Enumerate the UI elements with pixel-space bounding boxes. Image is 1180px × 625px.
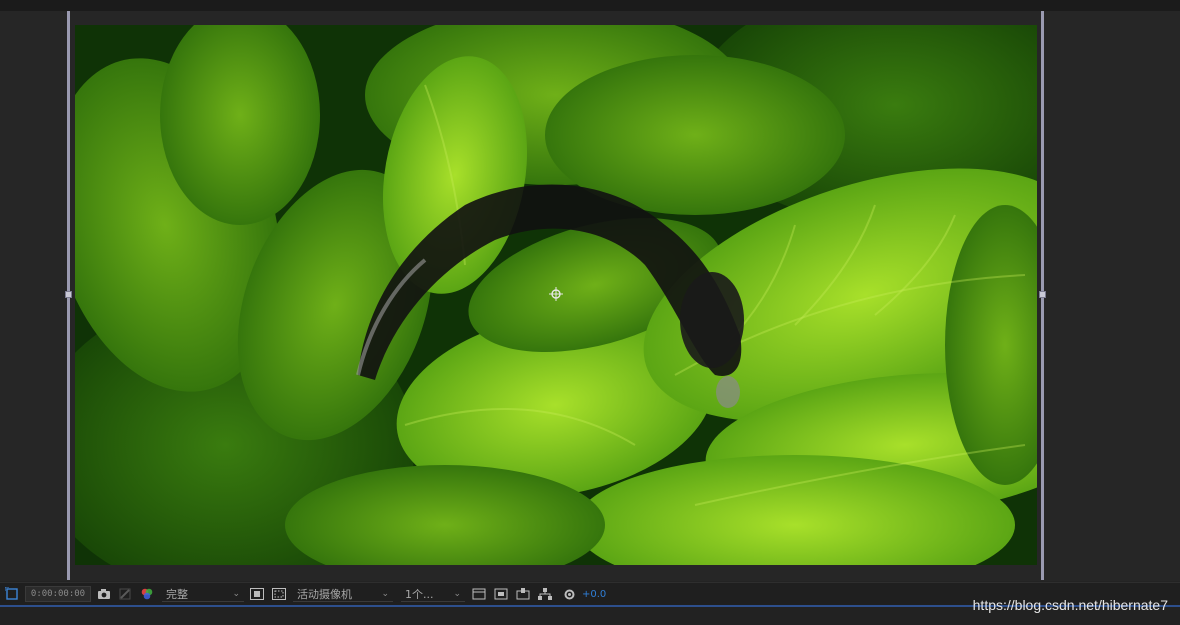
composition-frame[interactable] [75,25,1037,565]
watermark-text: https://blog.csdn.net/hibernate7 [972,597,1168,613]
camera-value: 活动摄像机 [297,587,352,601]
views-value: 1个... [405,587,434,601]
mask-toggle-icon[interactable] [270,586,288,602]
anchor-point-icon[interactable] [549,287,563,301]
chevron-down-icon: ⌄ [381,588,389,599]
right-guide-handle[interactable] [1039,291,1046,298]
transparency-grid-icon[interactable] [248,586,266,602]
flowchart-icon[interactable] [536,586,554,602]
panel-top-strip [0,0,1180,11]
views-dropdown[interactable]: 1个... ⌄ [401,586,465,602]
pixel-aspect-icon[interactable] [514,586,532,602]
camera-dropdown[interactable]: 活动摄像机 ⌄ [293,586,393,602]
chevron-down-icon: ⌄ [232,588,240,599]
show-snapshot-icon[interactable] [117,586,133,602]
timecode-field[interactable]: 0:00:00:00 [25,586,91,602]
resolution-value: 完整 [166,587,188,601]
left-guide-handle[interactable] [65,291,72,298]
resolution-dropdown[interactable]: 完整 ⌄ [162,586,244,602]
camera-snapshot-icon[interactable] [95,586,113,602]
color-channel-icon[interactable] [138,586,156,602]
view-layout-icon[interactable] [470,586,488,602]
3d-view-icon[interactable] [492,586,510,602]
chevron-down-icon: ⌄ [453,588,461,599]
region-of-interest-icon[interactable] [3,586,21,602]
reset-exposure-icon[interactable] [560,586,578,602]
exposure-value[interactable]: +0.0 [582,586,608,602]
